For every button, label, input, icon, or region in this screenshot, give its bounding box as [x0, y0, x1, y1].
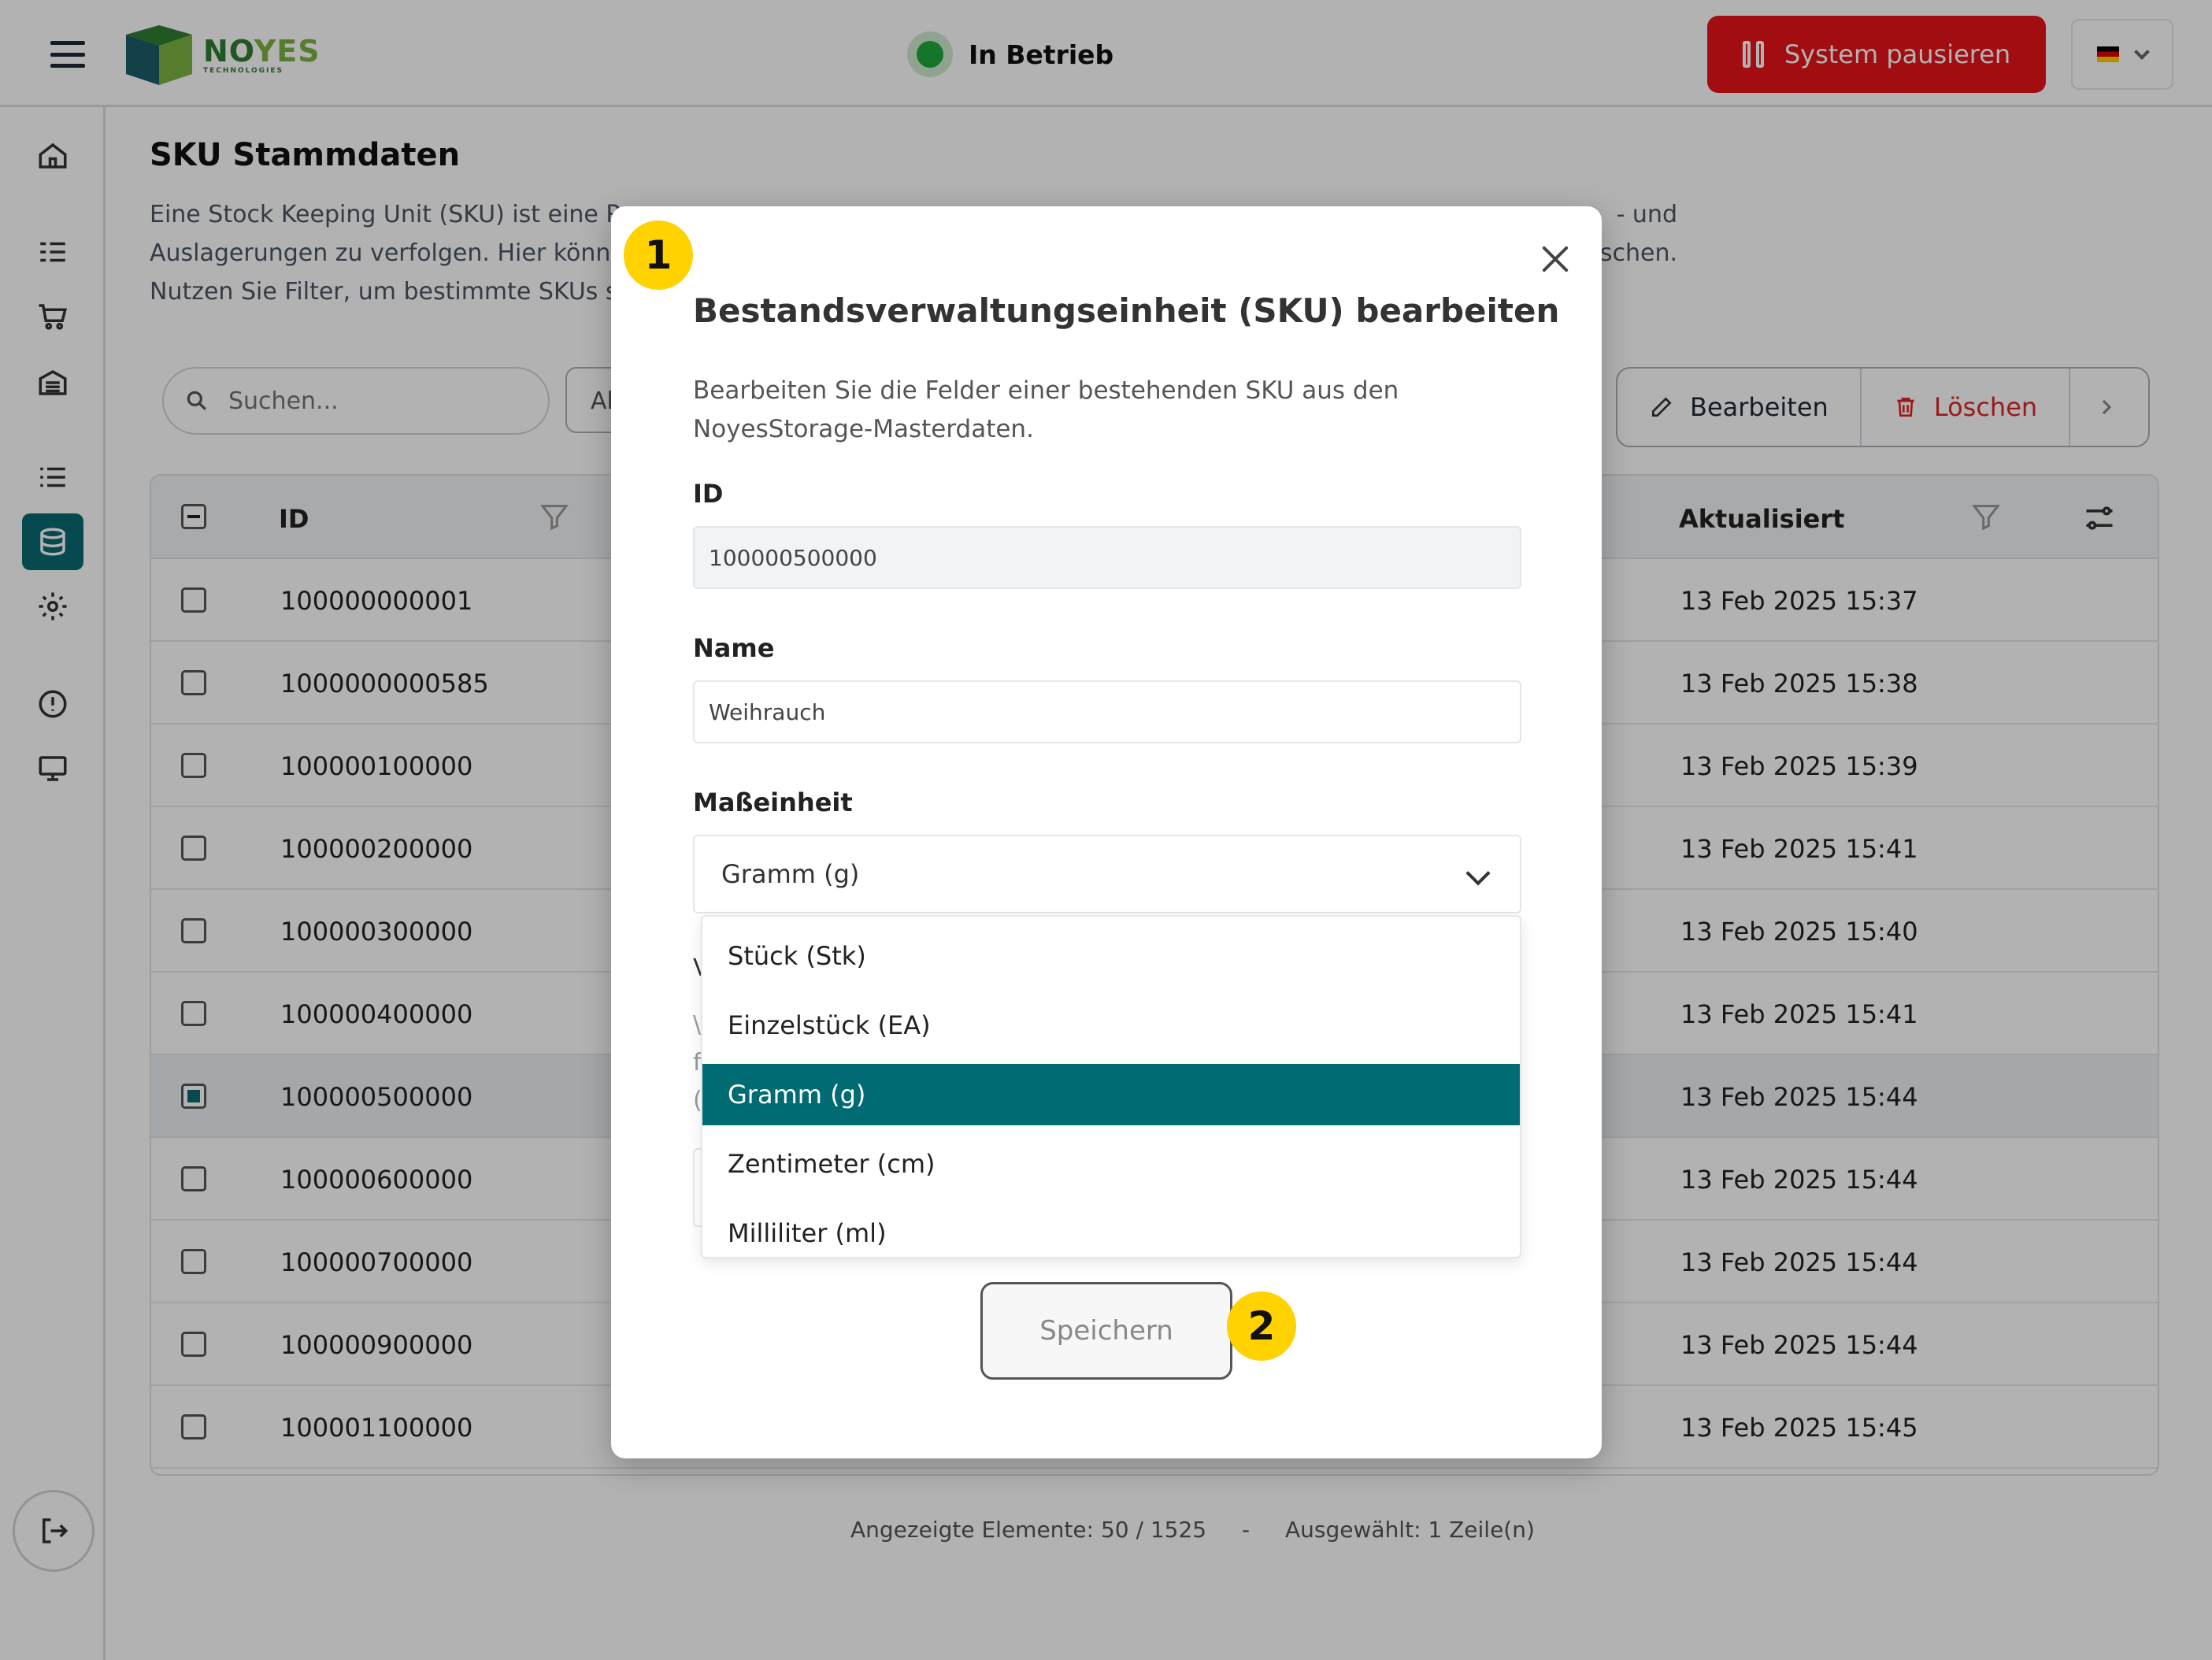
unit-option[interactable]: Stück (Stk) [702, 921, 1520, 991]
chevron-down-icon [1465, 861, 1491, 886]
unit-field-label: Maßeinheit [693, 787, 853, 817]
edit-sku-dialog: Bestandsverwaltungseinheit (SKU) bearbei… [611, 206, 1602, 1458]
name-field-label: Name [693, 633, 775, 663]
hidden-text-edge: f [693, 1049, 702, 1076]
id-field-label: ID [693, 479, 724, 509]
unit-dropdown-menu: Stück (Stk) Einzelstück (EA) Gramm (g) Z… [701, 915, 1521, 1258]
unit-option[interactable]: Einzelstück (EA) [702, 991, 1520, 1060]
hidden-text-edge: \ [693, 1011, 702, 1039]
unit-select[interactable]: Gramm (g) [693, 835, 1521, 913]
unit-option-selected[interactable]: Gramm (g) [702, 1064, 1520, 1125]
save-button[interactable]: Speichern [980, 1282, 1232, 1380]
name-field[interactable] [693, 680, 1521, 743]
callout-badge-2: 2 [1227, 1291, 1296, 1361]
unit-option[interactable]: Zentimeter (cm) [702, 1129, 1520, 1199]
close-icon[interactable] [1536, 239, 1575, 279]
unit-select-value: Gramm (g) [721, 859, 860, 889]
callout-badge-1: 1 [624, 220, 693, 290]
dialog-description: Bearbeiten Sie die Felder einer bestehen… [693, 372, 1402, 449]
dialog-title: Bestandsverwaltungseinheit (SKU) bearbei… [693, 291, 1560, 330]
dialog-desc-line-2: NoyesStorage-Masterdaten. [693, 415, 1034, 443]
dialog-desc-line-1: Bearbeiten Sie die Felder einer bestehen… [693, 376, 1399, 405]
unit-option[interactable]: Milliliter (ml) [702, 1199, 1520, 1268]
id-field[interactable] [693, 526, 1521, 589]
